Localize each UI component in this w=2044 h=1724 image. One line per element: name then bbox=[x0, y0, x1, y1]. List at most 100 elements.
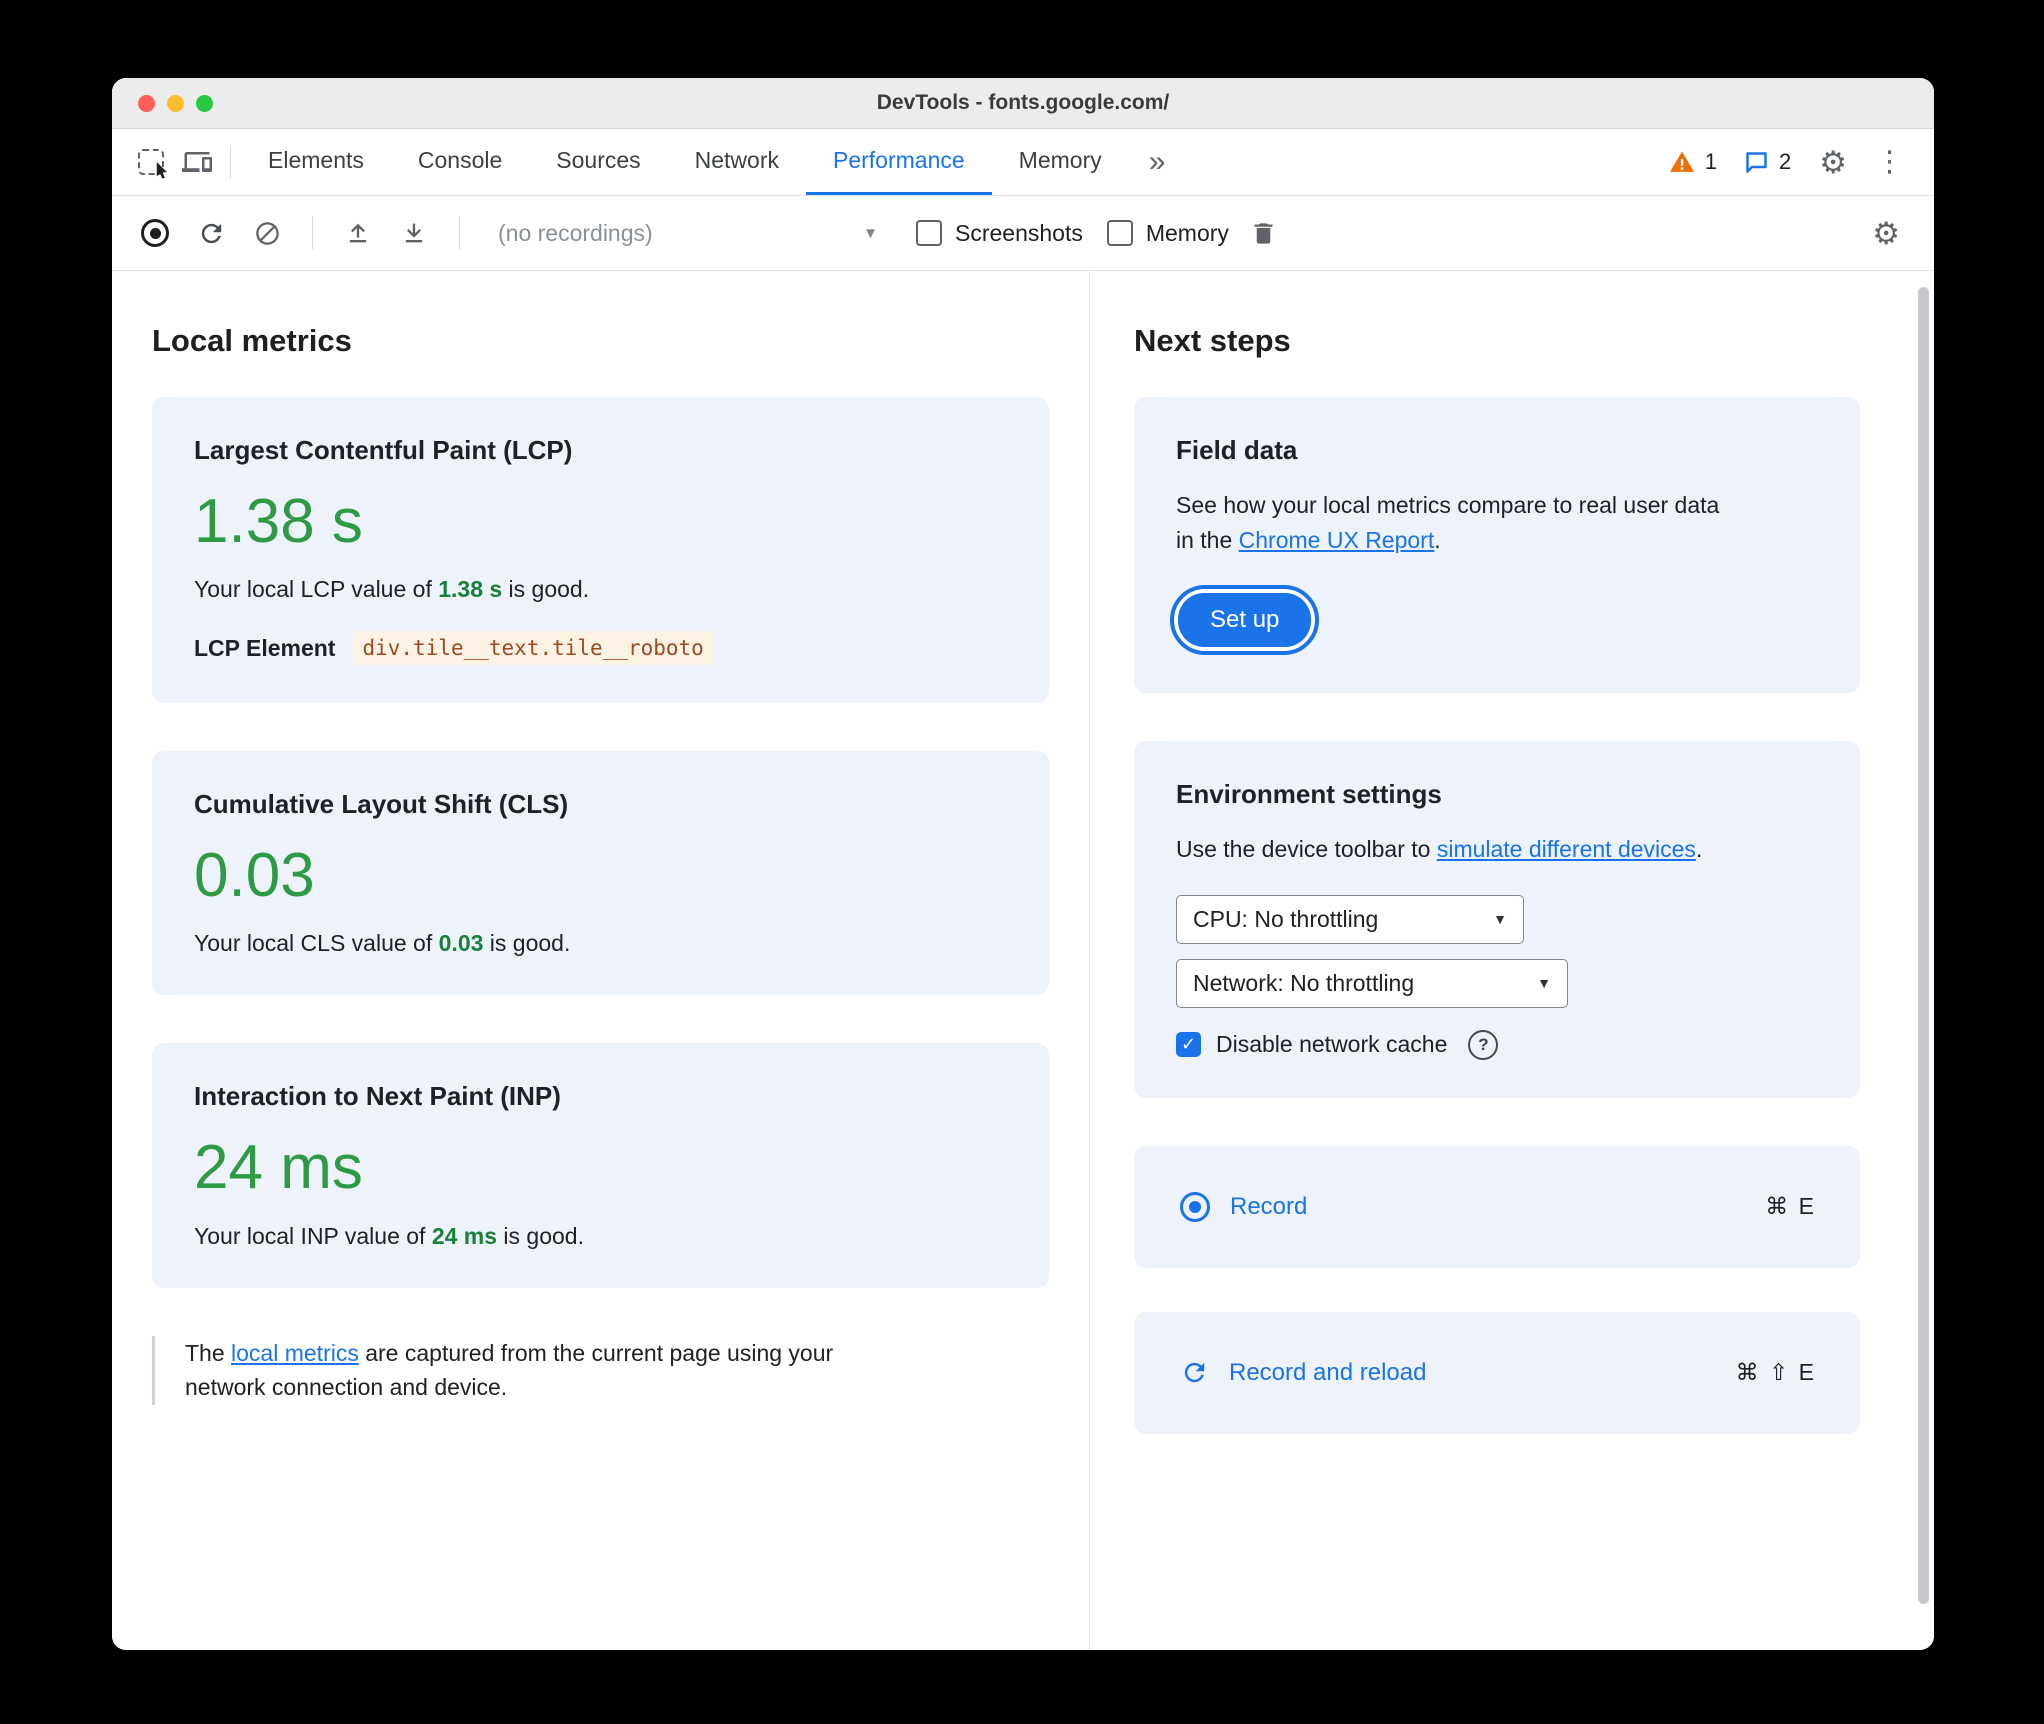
cls-title: Cumulative Layout Shift (CLS) bbox=[194, 789, 569, 820]
window-title: DevTools - fonts.google.com/ bbox=[876, 91, 1170, 114]
cls-card: Cumulative Layout Shift (CLS) 0.03 Your … bbox=[152, 751, 1049, 996]
collect-garbage-button[interactable] bbox=[1243, 212, 1285, 254]
inspect-element-icon[interactable] bbox=[128, 139, 174, 185]
cls-value: 0.03 bbox=[194, 841, 315, 911]
cls-desc-value: 0.03 bbox=[438, 930, 484, 957]
load-profile-button[interactable] bbox=[337, 212, 379, 254]
chrome-ux-report-link[interactable]: Chrome UX Report bbox=[1239, 527, 1435, 553]
disable-cache-label: Disable network cache bbox=[1216, 1031, 1448, 1057]
close-window-button[interactable] bbox=[138, 94, 155, 112]
local-metrics-column: Local metrics Largest Contentful Paint (… bbox=[112, 271, 1090, 1650]
lcp-desc-value: 1.38 s bbox=[438, 576, 503, 603]
field-data-desc-suffix: . bbox=[1434, 526, 1441, 553]
issues-badge[interactable]: 2 bbox=[1733, 149, 1801, 176]
network-throttling-select[interactable]: Network: No throttling ▼ bbox=[1176, 958, 1568, 1008]
cls-desc-prefix: Your local CLS value of bbox=[194, 930, 439, 957]
network-throttling-value: Network: No throttling bbox=[1193, 969, 1415, 996]
record-icon bbox=[141, 219, 169, 247]
memory-label: Memory bbox=[1145, 219, 1229, 246]
tab-console[interactable]: Console bbox=[391, 129, 529, 195]
performance-panel-content: Local metrics Largest Contentful Paint (… bbox=[112, 271, 1934, 1650]
screenshots-label: Screenshots bbox=[955, 219, 1083, 246]
clear-block-icon bbox=[255, 221, 279, 245]
more-options-icon[interactable]: ⋮ bbox=[1865, 147, 1914, 177]
upload-icon bbox=[349, 223, 367, 243]
tab-performance[interactable]: Performance bbox=[806, 129, 992, 195]
desktop-background: { "window": { "title": "DevTools - fonts… bbox=[0, 0, 2044, 1724]
lcp-element-selector-link[interactable]: div.tile__text.tile__roboto bbox=[353, 631, 713, 666]
record-icon bbox=[1180, 1191, 1210, 1222]
vertical-scrollbar bbox=[1916, 281, 1931, 1638]
cls-description: Your local CLS value of 0.03 is good. bbox=[194, 930, 1007, 957]
warning-icon bbox=[1669, 151, 1694, 172]
record-action-label[interactable]: Record bbox=[1230, 1193, 1307, 1221]
next-steps-heading: Next steps bbox=[1134, 323, 1291, 358]
save-profile-button[interactable] bbox=[393, 212, 435, 254]
record-and-reload-action-card[interactable]: Record and reload ⌘ ⇧ E bbox=[1134, 1311, 1860, 1434]
record-and-reload-label[interactable]: Record and reload bbox=[1229, 1359, 1426, 1387]
disable-cache-row: ✓ Disable network cache ? bbox=[1176, 1029, 1818, 1060]
chevron-down-icon: ▼ bbox=[1493, 911, 1507, 927]
lcp-title: Largest Contentful Paint (LCP) bbox=[194, 435, 573, 465]
record-shortcut: ⌘ E bbox=[1765, 1193, 1816, 1219]
clear-button[interactable] bbox=[246, 212, 288, 254]
footnote-prefix: The bbox=[185, 1339, 232, 1366]
minimize-window-button[interactable] bbox=[167, 94, 184, 112]
record-action-card[interactable]: Record ⌘ E bbox=[1134, 1145, 1860, 1268]
record-and-reload-button[interactable] bbox=[190, 212, 232, 254]
cpu-throttling-select[interactable]: CPU: No throttling ▼ bbox=[1176, 894, 1524, 944]
issues-message-icon bbox=[1746, 151, 1767, 173]
inp-description: Your local INP value of 24 ms is good. bbox=[194, 1223, 1007, 1250]
tab-elements[interactable]: Elements bbox=[241, 129, 391, 195]
download-icon bbox=[405, 223, 423, 243]
tabbar-right-controls: 1 2 ⚙ ⋮ bbox=[1658, 129, 1934, 195]
trash-icon bbox=[1254, 222, 1273, 244]
warnings-badge[interactable]: 1 bbox=[1658, 148, 1727, 176]
cls-desc-suffix: is good. bbox=[483, 930, 571, 957]
inp-desc-prefix: Your local INP value of bbox=[194, 1222, 432, 1249]
devtools-window: DevTools - fonts.google.com/ Elements Co… bbox=[112, 78, 1934, 1650]
zoom-window-button[interactable] bbox=[196, 94, 213, 112]
tab-memory[interactable]: Memory bbox=[992, 129, 1129, 195]
simulate-devices-link[interactable]: simulate different devices bbox=[1437, 836, 1696, 862]
record-button[interactable] bbox=[134, 212, 176, 254]
more-tabs-icon[interactable]: » bbox=[1129, 145, 1186, 179]
titlebar: DevTools - fonts.google.com/ bbox=[112, 78, 1934, 129]
screenshots-checkbox[interactable] bbox=[916, 220, 942, 246]
memory-checkbox[interactable] bbox=[1106, 220, 1133, 246]
recordings-dropdown[interactable]: (no recordings) ▼ bbox=[484, 220, 892, 247]
help-glyph: ? bbox=[1478, 1034, 1489, 1054]
environment-settings-card: Environment settings Use the device tool… bbox=[1134, 741, 1860, 1098]
help-icon[interactable]: ? bbox=[1468, 1029, 1499, 1060]
record-and-reload-shortcut: ⌘ ⇧ E bbox=[1735, 1359, 1816, 1385]
next-steps-column: Next steps Field data See how your local… bbox=[1090, 271, 1934, 1650]
lcp-card: Largest Contentful Paint (LCP) 1.38 s Yo… bbox=[152, 397, 1049, 704]
lcp-element-label: LCP Element bbox=[194, 634, 336, 661]
tab-sources[interactable]: Sources bbox=[529, 129, 667, 195]
environment-desc-suffix: . bbox=[1695, 836, 1703, 862]
local-metrics-link[interactable]: local metrics bbox=[231, 1340, 359, 1366]
devtools-settings-icon[interactable]: ⚙ bbox=[1807, 147, 1859, 178]
recordings-dropdown-label: (no recordings) bbox=[498, 219, 653, 246]
cursor-arrow-icon bbox=[156, 162, 167, 179]
inp-value: 24 ms bbox=[194, 1133, 363, 1203]
lcp-description: Your local LCP value of 1.38 s is good. bbox=[194, 576, 1007, 603]
inp-card: Interaction to Next Paint (INP) 24 ms Yo… bbox=[152, 1043, 1049, 1288]
setup-button-focus-ring: Set up bbox=[1170, 585, 1320, 655]
disable-cache-checkbox[interactable]: ✓ bbox=[1176, 1032, 1201, 1057]
scrollbar-thumb[interactable] bbox=[1918, 287, 1929, 1604]
tab-network[interactable]: Network bbox=[668, 129, 806, 195]
screenshots-checkbox-row[interactable]: Screenshots bbox=[916, 220, 1083, 247]
lcp-element-row: LCP Element div.tile__text.tile__roboto bbox=[194, 631, 1007, 666]
field-data-title: Field data bbox=[1176, 435, 1298, 465]
inp-desc-value: 24 ms bbox=[431, 1222, 498, 1249]
environment-settings-title: Environment settings bbox=[1176, 779, 1442, 809]
inp-desc-suffix: is good. bbox=[497, 1222, 584, 1249]
cpu-throttling-value: CPU: No throttling bbox=[1193, 905, 1379, 932]
capture-settings-icon[interactable]: ⚙ bbox=[1860, 218, 1912, 249]
toolbar-separator bbox=[459, 216, 460, 250]
memory-checkbox-row[interactable]: Memory bbox=[1106, 219, 1229, 247]
lcp-desc-suffix: is good. bbox=[502, 576, 590, 603]
setup-button[interactable]: Set up bbox=[1178, 593, 1312, 647]
device-toolbar-icon[interactable] bbox=[174, 139, 220, 185]
